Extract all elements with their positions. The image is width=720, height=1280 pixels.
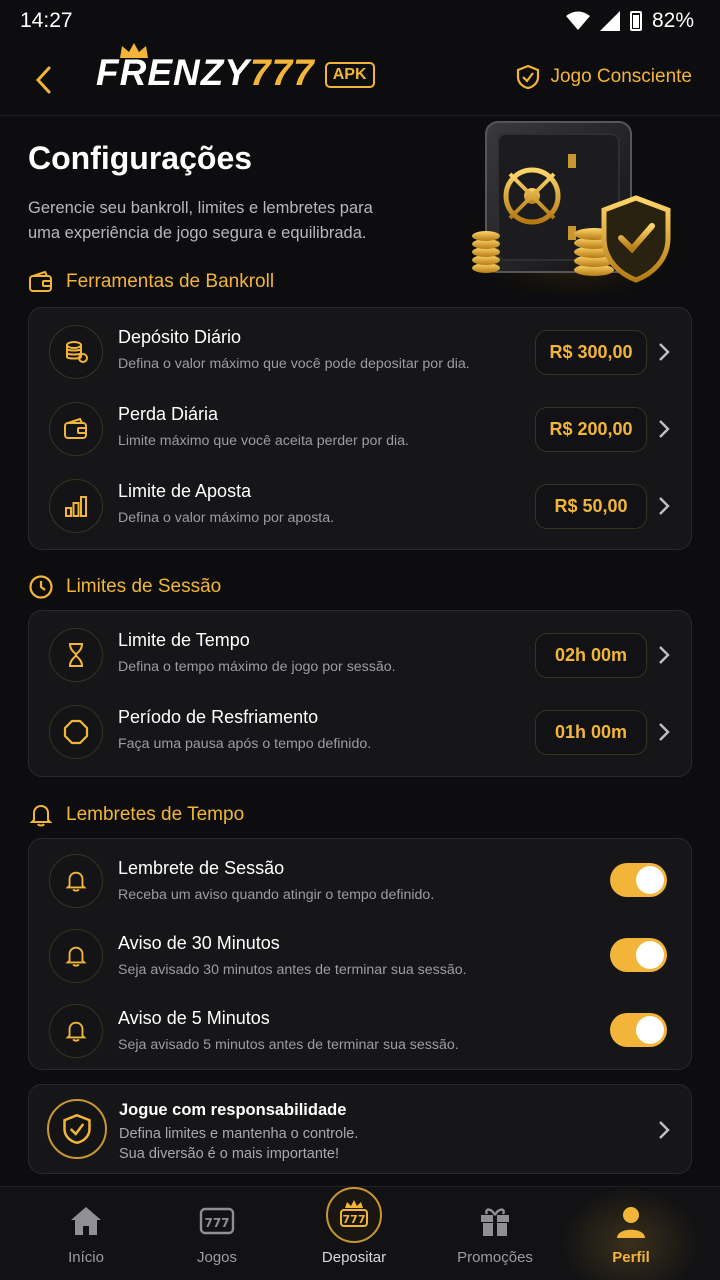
- wallet-icon: [29, 270, 52, 292]
- bar-chart-icon: [65, 496, 87, 517]
- cooldown-value[interactable]: 01h 00m: [535, 710, 647, 755]
- daily-loss-title: Perda Diária: [118, 404, 219, 424]
- slot-machine-icon: 777: [199, 1207, 235, 1235]
- nav-home[interactable]: Início: [21, 1187, 151, 1280]
- time-limit-value[interactable]: 02h 00m: [535, 633, 647, 678]
- reminder-30-desc: Seja avisado 30 minutos antes de termina…: [118, 962, 467, 978]
- cooldown-title: Período de Resfriamento: [118, 707, 319, 727]
- svg-text:777: 777: [343, 1213, 366, 1226]
- coins-icon: [66, 341, 88, 363]
- safe-illustration: [464, 121, 684, 293]
- signal-icon: [599, 11, 620, 31]
- bankroll-section-title: Ferramentas de Bankroll: [28, 270, 274, 294]
- daily-loss-value[interactable]: R$ 200,00: [535, 407, 647, 452]
- bankroll-row-daily-deposit[interactable]: Depósito Diário Defina o valor máximo qu…: [29, 314, 691, 390]
- nav-deposit[interactable]: 777 Depositar: [289, 1187, 419, 1280]
- octagon-icon: [63, 719, 89, 745]
- bankroll-row-bet-limit[interactable]: Limite de Aposta Defina o valor máximo p…: [29, 468, 691, 544]
- session-row-cooldown[interactable]: Período de Resfriamento Faça uma pausa a…: [29, 694, 691, 770]
- chevron-right-icon: [657, 417, 671, 441]
- session-reminder-toggle[interactable]: [610, 863, 667, 897]
- chevron-right-icon: [657, 340, 671, 364]
- reminder-row-session[interactable]: Lembrete de Sessão Receba um aviso quand…: [29, 843, 691, 919]
- gift-icon: [481, 1208, 509, 1236]
- reminder-30-toggle[interactable]: [610, 938, 667, 972]
- bet-limit-desc: Defina o valor máximo por aposta.: [118, 510, 335, 526]
- status-icons: 82%: [565, 9, 694, 33]
- chevron-right-icon: [657, 643, 671, 667]
- bottom-navigation: Início 777 Jogos 777 Depositar Promoções…: [0, 1186, 720, 1280]
- nav-profile[interactable]: Perfil: [566, 1187, 696, 1280]
- session-card: Limite de Tempo Defina o tempo máximo de…: [28, 610, 692, 777]
- nav-promotions[interactable]: Promoções: [430, 1187, 560, 1280]
- time-limit-desc: Defina o tempo máximo de jogo por sessão…: [118, 659, 396, 675]
- daily-deposit-value[interactable]: R$ 300,00: [535, 330, 647, 375]
- daily-deposit-title: Depósito Diário: [118, 327, 242, 347]
- hourglass-icon: [69, 643, 83, 667]
- bell-icon: [29, 804, 53, 827]
- daily-deposit-desc: Defina o valor máximo que você pode depo…: [118, 356, 470, 372]
- brand-logo: FRENZY777 APK: [96, 43, 375, 94]
- responsibility-title: Jogue com responsabilidade: [119, 1101, 347, 1119]
- reminder-30-title: Aviso de 30 Minutos: [118, 933, 280, 953]
- shield-check-icon: [517, 64, 540, 90]
- status-bar: 14:27 82%: [0, 0, 720, 42]
- bell-icon: [65, 871, 87, 892]
- clock-icon: [29, 575, 53, 599]
- responsibility-text: Defina limites e mantenha o controle. Su…: [119, 1126, 359, 1162]
- battery-percent: 82%: [651, 9, 694, 32]
- bet-limit-value[interactable]: R$ 50,00: [535, 484, 647, 529]
- chevron-right-icon: [657, 720, 671, 744]
- cooldown-desc: Faça uma pausa após o tempo definido.: [118, 736, 372, 752]
- app-header: FRENZY777 APK Jogo Consciente: [0, 43, 720, 116]
- daily-loss-desc: Limite máximo que você aceita perder por…: [118, 433, 409, 449]
- responsible-gaming-link[interactable]: Jogo Consciente: [516, 64, 692, 90]
- session-reminder-title: Lembrete de Sessão: [118, 858, 285, 878]
- time-limit-title: Limite de Tempo: [118, 630, 250, 650]
- user-icon: [617, 1207, 645, 1238]
- session-row-time-limit[interactable]: Limite de Tempo Defina o tempo máximo de…: [29, 617, 691, 693]
- responsible-gaming-label: Jogo Consciente: [550, 66, 692, 87]
- chevron-right-icon: [657, 1118, 671, 1142]
- nav-games[interactable]: 777 Jogos: [152, 1187, 282, 1280]
- deposit-777-icon: 777: [340, 1200, 368, 1227]
- page-subtitle: Gerencie seu bankroll, limites e lembret…: [28, 199, 373, 242]
- wallet-icon: [64, 417, 87, 439]
- page-title: Configurações: [28, 140, 253, 176]
- back-button[interactable]: [28, 62, 58, 98]
- home-icon: [71, 1207, 101, 1235]
- wifi-icon: [565, 11, 590, 30]
- bell-icon: [65, 946, 87, 967]
- session-reminder-desc: Receba um aviso quando atingir o tempo d…: [118, 887, 435, 903]
- reminders-card: Lembrete de Sessão Receba um aviso quand…: [28, 838, 692, 1070]
- chevron-left-icon: [35, 66, 51, 94]
- battery-icon: [629, 11, 642, 31]
- status-time: 14:27: [20, 9, 73, 32]
- shield-check-icon: [63, 1113, 91, 1145]
- responsibility-card[interactable]: Jogue com responsabilidade Defina limite…: [28, 1084, 692, 1174]
- apk-badge: APK: [324, 62, 375, 88]
- reminder-5-title: Aviso de 5 Minutos: [118, 1008, 270, 1028]
- logo-wordmark: FRENZY777: [96, 52, 315, 93]
- reminder-row-5min[interactable]: Aviso de 5 Minutos Seja avisado 5 minuto…: [29, 993, 691, 1069]
- reminders-section-title: Lembretes de Tempo: [28, 802, 244, 828]
- session-section-title: Limites de Sessão: [28, 574, 221, 600]
- chevron-right-icon: [657, 494, 671, 518]
- svg-text:777: 777: [204, 1216, 229, 1230]
- bankroll-card: Depósito Diário Defina o valor máximo qu…: [28, 307, 692, 550]
- reminder-5-desc: Seja avisado 5 minutos antes de terminar…: [118, 1037, 459, 1053]
- reminder-5-toggle[interactable]: [610, 1013, 667, 1047]
- reminder-row-30min[interactable]: Aviso de 30 Minutos Seja avisado 30 minu…: [29, 918, 691, 994]
- bankroll-row-daily-loss[interactable]: Perda Diária Limite máximo que você acei…: [29, 391, 691, 467]
- bet-limit-title: Limite de Aposta: [118, 481, 252, 501]
- bell-icon: [65, 1021, 87, 1042]
